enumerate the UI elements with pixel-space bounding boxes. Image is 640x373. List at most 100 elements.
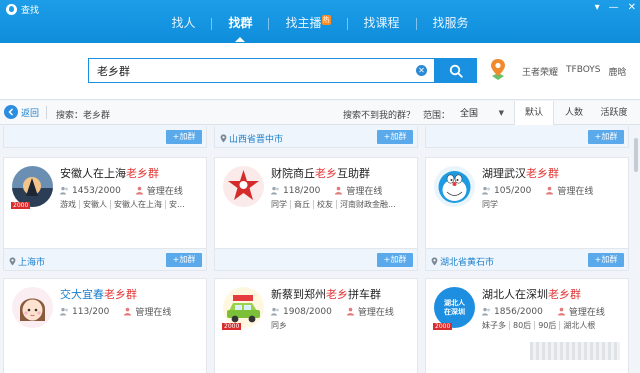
scrollbar[interactable] [632, 126, 640, 373]
group-name[interactable]: 交大宜春老乡群 [60, 286, 137, 302]
back-label: 返回 [21, 108, 40, 119]
name-text: 财院商丘 [271, 167, 315, 180]
admin-icon [557, 307, 565, 316]
name-text: 互助群 [337, 167, 370, 180]
cannot-find-link[interactable]: 搜索不到我的群？ [343, 108, 415, 121]
filter-bar: 返回 搜索：老乡群 搜索不到我的群？ 范围： 全国 ▼ 默认 人数 活跃度 [0, 101, 640, 125]
doraemon-icon [434, 166, 475, 207]
clear-icon[interactable]: ✕ [416, 65, 427, 76]
result-card-partial: 山西省晋中市 +加群 [214, 126, 418, 148]
tab-label: 找人 [171, 16, 196, 30]
hubei-text-icon: 湖北人 在深圳 [434, 287, 475, 328]
join-group-button[interactable]: +加群 [166, 253, 202, 267]
back-button[interactable]: 返回 [4, 105, 39, 119]
sort-default[interactable]: 默认 [514, 101, 554, 125]
hot-word-link[interactable]: TFBOYS [566, 65, 601, 78]
result-card[interactable]: 湖理武汉老乡群 105/200 管理在线 同学 湖北省黄石市 +加群 [425, 157, 629, 271]
hot-words: 王者荣耀 TFBOYS 鹿晗 [522, 65, 627, 78]
tag: 河南财政金融... [336, 200, 399, 209]
join-group-button[interactable]: +加群 [588, 130, 624, 144]
tag: 同学 [271, 200, 287, 209]
chevron-down-icon: ▼ [498, 108, 504, 117]
tag: 安徽人在上海 [110, 200, 165, 209]
group-name[interactable]: 安徽人在上海老乡群 [60, 165, 159, 181]
tab-find-services[interactable]: 找服务 [417, 12, 485, 43]
join-group-button[interactable]: +加群 [377, 130, 413, 144]
result-card[interactable]: 财院商丘老乡互助群 118/200 管理在线 同学 商丘 校友 河南财政金融... +… [214, 157, 418, 271]
group-tags: 同学 [482, 199, 628, 210]
tab-find-groups[interactable]: 找群 [212, 12, 268, 43]
admin-icon [124, 307, 132, 316]
sunset-icon [12, 166, 53, 207]
range-value: 全国 [460, 109, 479, 119]
member-count: 113/200 [72, 306, 110, 317]
card-footer: 山西省晋中市 +加群 [215, 126, 417, 147]
hot-badge: 热 [321, 15, 331, 25]
sort-tabs: 默认 人数 活跃度 [514, 101, 634, 125]
join-group-button[interactable]: +加群 [377, 253, 413, 267]
hot-word-link[interactable]: 鹿晗 [609, 65, 627, 78]
result-card[interactable]: 2000 新蔡到郑州老乡拼车群 1908/2000 管理在线 同乡 [214, 278, 418, 373]
card-footer: +加群 [426, 126, 628, 147]
scrollbar-thumb[interactable] [634, 138, 638, 172]
tag: 安徽人 [79, 200, 110, 209]
range-select[interactable]: 全国 ▼ [452, 104, 508, 121]
location-text: 湖北省黄石市 [440, 258, 495, 268]
join-group-button[interactable]: +加群 [588, 253, 624, 267]
sort-activity[interactable]: 活跃度 [594, 101, 634, 125]
group-name[interactable]: 财院商丘老乡互助群 [271, 165, 370, 181]
divider [46, 106, 47, 119]
sort-members[interactable]: 人数 [554, 101, 594, 125]
tag: 商丘 [290, 200, 313, 209]
tag: 同乡 [271, 321, 287, 330]
admin-status: 管理在线 [557, 187, 594, 197]
card-location: 湖北省黄石市 [431, 255, 494, 268]
group-tags: 游戏 安徽人 安徽人在上海 安... [60, 199, 206, 210]
result-card[interactable]: 交大宜春老乡群 113/200 管理在线 [3, 278, 207, 373]
admin-status: 管理在线 [568, 308, 605, 318]
group-name[interactable]: 湖理武汉老乡群 [482, 165, 559, 181]
name-text: 湖理武汉 [482, 167, 526, 180]
group-tags: 同乡 [271, 320, 417, 331]
group-meta: 105/200 管理在线 [482, 184, 593, 197]
name-highlight: 老乡群 [104, 288, 137, 301]
level-badge: 2000 [11, 202, 31, 209]
card-footer: 湖北省黄石市 +加群 [426, 248, 628, 270]
tag: 湖北人根 [559, 321, 599, 330]
location-pin-icon [9, 257, 16, 266]
car-icon [223, 287, 264, 328]
tab-find-courses[interactable]: 找课程 [348, 12, 416, 43]
search-button[interactable] [435, 58, 477, 83]
tag: 校友 [313, 200, 336, 209]
title-bar: 查找 ▾ — ✕ 找人 找群 找主播热 找课程 找服务 [0, 0, 640, 43]
member-count: 1908/2000 [283, 306, 332, 317]
name-highlight: 老乡群 [526, 167, 559, 180]
location-pin-icon [220, 134, 227, 143]
location-text: 上海市 [18, 258, 46, 268]
members-icon [482, 186, 490, 195]
results-grid: +加群 山西省晋中市 +加群 +加群 2000 安徽人在上海老乡群 1453/2… [0, 126, 632, 373]
hot-word-link[interactable]: 王者荣耀 [522, 65, 558, 78]
tag: 安... [165, 200, 188, 209]
search-input[interactable] [89, 59, 409, 82]
group-meta: 113/200 管理在线 [60, 305, 171, 318]
card-footer: +加群 [215, 248, 417, 270]
group-name[interactable]: 新蔡到郑州老乡拼车群 [271, 286, 381, 302]
name-highlight: 老乡群 [548, 288, 581, 301]
group-meta: 1908/2000 管理在线 [271, 305, 394, 318]
group-meta: 1453/2000 管理在线 [60, 184, 183, 197]
tag: 90后 [534, 321, 560, 330]
join-group-button[interactable]: +加群 [166, 130, 202, 144]
group-name[interactable]: 湖北人在深圳老乡群 [482, 286, 581, 302]
name-text: 安徽人在上海 [60, 167, 126, 180]
admin-icon [346, 307, 354, 316]
level-badge: 2000 [433, 323, 453, 330]
members-icon [271, 307, 279, 316]
result-card[interactable]: 2000 安徽人在上海老乡群 1453/2000 管理在线 游戏 安徽人 安徽人在上… [3, 157, 207, 271]
tab-find-people[interactable]: 找人 [155, 12, 211, 43]
tab-label: 找主播 [285, 16, 322, 30]
tab-find-streamers[interactable]: 找主播热 [269, 12, 346, 43]
tag: 妹子多 [482, 321, 506, 330]
map-location-icon[interactable] [489, 58, 507, 82]
search-box: ✕ [88, 58, 435, 83]
